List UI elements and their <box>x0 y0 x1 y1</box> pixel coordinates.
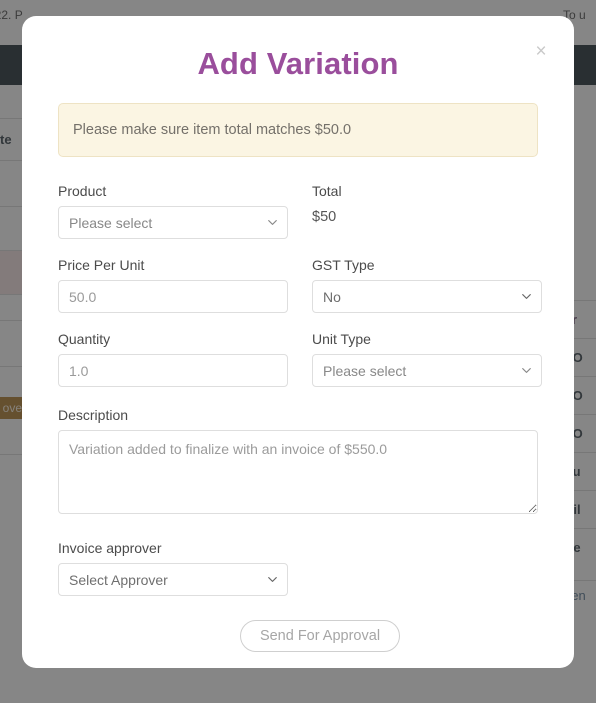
close-icon[interactable]: × <box>530 41 552 63</box>
gst-type-label: GST Type <box>312 257 375 273</box>
total-field: Total $50 <box>312 183 542 257</box>
unit-type-field: Unit Type Please select <box>312 331 542 405</box>
submit-row: Send For Approval <box>58 620 538 652</box>
product-label: Product <box>58 183 107 199</box>
gst-type-field: GST Type No <box>312 257 542 331</box>
form-row-2: Price Per Unit GST Type No <box>58 257 542 331</box>
description-textarea[interactable]: Variation added to finalize with an invo… <box>58 430 538 514</box>
invoice-approver-select[interactable]: Select Approver <box>58 563 288 596</box>
invoice-approver-select-wrapper: Select Approver <box>58 563 288 596</box>
product-select-wrapper: Please select <box>58 206 288 239</box>
gst-type-select[interactable]: No <box>312 280 542 313</box>
form-row-3: Quantity Unit Type Please select <box>58 331 542 405</box>
description-field: Description Variation added to finalize … <box>58 407 538 519</box>
price-per-unit-input[interactable] <box>58 280 288 313</box>
product-select[interactable]: Please select <box>58 206 288 239</box>
unit-type-select-wrapper: Please select <box>312 354 542 387</box>
unit-type-select[interactable]: Please select <box>312 354 542 387</box>
quantity-field: Quantity <box>58 331 288 405</box>
description-label: Description <box>58 407 129 423</box>
variation-form: Product Please select Total $50 Price Pe… <box>22 183 574 652</box>
quantity-label: Quantity <box>58 331 111 347</box>
alert-banner: Please make sure item total matches $50.… <box>58 103 538 157</box>
unit-type-label: Unit Type <box>312 331 371 347</box>
product-field: Product Please select <box>58 183 288 257</box>
total-label: Total <box>312 183 342 199</box>
quantity-input[interactable] <box>58 354 288 387</box>
invoice-approver-label: Invoice approver <box>58 540 162 556</box>
alert-message: Please make sure item total matches $50.… <box>73 122 352 138</box>
price-per-unit-field: Price Per Unit <box>58 257 288 331</box>
total-value: $50 <box>312 209 337 225</box>
page-title: Add Variation <box>197 46 399 81</box>
price-per-unit-label: Price Per Unit <box>58 257 145 273</box>
invoice-approver-field: Invoice approver Select Approver <box>58 540 538 596</box>
add-variation-modal: × Add Variation Please make sure item to… <box>22 16 574 668</box>
gst-type-select-wrapper: No <box>312 280 542 313</box>
form-row-1: Product Please select Total $50 <box>58 183 538 257</box>
send-for-approval-button[interactable]: Send For Approval <box>239 620 401 652</box>
